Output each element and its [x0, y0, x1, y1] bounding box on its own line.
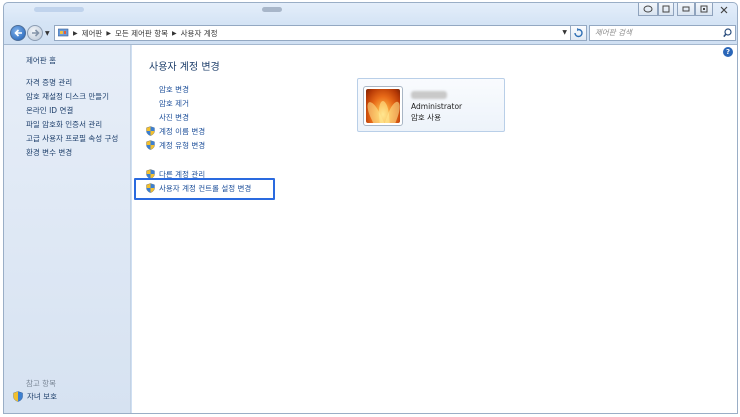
pin-button[interactable] — [658, 3, 674, 16]
change-account-type-link[interactable]: 계정 유형 변경 — [146, 138, 205, 152]
page-title: 사용자 계정 변경 — [149, 62, 220, 73]
refresh-icon — [574, 28, 583, 38]
avatar[interactable] — [363, 86, 403, 126]
breadcrumb-separator[interactable]: ▶ — [106, 30, 111, 37]
task-label: 암호 제거 — [159, 98, 189, 108]
pin-icon — [662, 5, 670, 13]
remote-button[interactable] — [638, 3, 658, 16]
task-label: 계정 유형 변경 — [159, 140, 206, 150]
back-button[interactable] — [10, 25, 26, 41]
uac-shield-icon — [146, 140, 155, 150]
main-panel: ? 사용자 계정 변경 암호 변경 암호 제거 사진 변경 계정 이름 변경 계… — [132, 45, 737, 413]
sidebar-item-file-encryption-certificates[interactable]: 파일 암호화 인증서 관리 — [26, 118, 118, 132]
shield-icon — [13, 391, 23, 402]
minimize-icon — [682, 6, 690, 12]
sidebar-item-advanced-profile-properties[interactable]: 고급 사용자 프로필 속성 구성 — [26, 132, 118, 146]
forward-arrow-icon — [31, 29, 40, 37]
parental-controls-label: 자녀 보호 — [27, 392, 57, 401]
user-account-card: Administrator 암호 사용 — [357, 78, 505, 132]
help-icon[interactable]: ? — [723, 47, 733, 57]
change-account-name-link[interactable]: 계정 이름 변경 — [146, 124, 205, 138]
change-password-link[interactable]: 암호 변경 — [146, 82, 205, 96]
address-dropdown-icon[interactable]: ▼ — [562, 29, 567, 36]
control-panel-icon — [58, 28, 69, 37]
sidebar-item-password-reset-disk[interactable]: 암호 재설정 디스크 만들기 — [26, 90, 118, 104]
close-icon — [720, 6, 728, 13]
forward-button[interactable] — [27, 25, 43, 41]
breadcrumb-separator[interactable]: ▶ — [172, 30, 177, 37]
blurred-username — [411, 91, 447, 99]
control-panel-window: ▼ ▶ 제어판 ▶ 모든 제어판 항목 ▶ 사용자 계정 ▼ 제어판 검색 제어… — [3, 2, 738, 414]
maximize-button[interactable] — [695, 3, 713, 16]
recent-pages-dropdown[interactable]: ▼ — [45, 30, 50, 37]
remove-password-link[interactable]: 암호 제거 — [146, 96, 205, 110]
password-status-label: 암호 사용 — [411, 113, 441, 122]
title-blur — [262, 7, 282, 12]
control-panel-home-link[interactable]: 제어판 홈 — [26, 55, 56, 66]
sidebar-item-environment-variables[interactable]: 환경 변수 변경 — [26, 146, 118, 160]
breadcrumb-user-accounts[interactable]: 사용자 계정 — [181, 28, 218, 39]
address-bar[interactable]: ▶ 제어판 ▶ 모든 제어판 항목 ▶ 사용자 계정 ▼ — [54, 25, 572, 41]
content-area: 제어판 홈 자격 증명 관리 암호 재설정 디스크 만들기 온라인 ID 연결 … — [4, 44, 737, 413]
sidebar-links: 자격 증명 관리 암호 재설정 디스크 만들기 온라인 ID 연결 파일 암호화… — [26, 76, 118, 160]
maximize-icon — [700, 5, 708, 13]
search-input[interactable]: 제어판 검색 — [589, 25, 736, 41]
highlight-box — [134, 178, 275, 200]
breadcrumb-control-panel[interactable]: 제어판 — [82, 28, 103, 39]
minimize-button[interactable] — [677, 3, 695, 16]
search-icon[interactable] — [723, 28, 732, 38]
breadcrumb-separator[interactable]: ▶ — [73, 30, 78, 37]
refresh-button[interactable] — [570, 25, 587, 41]
task-label: 계정 이름 변경 — [159, 126, 206, 136]
uac-shield-icon — [146, 126, 155, 136]
close-button[interactable] — [713, 3, 735, 16]
see-also-heading: 참고 항목 — [26, 379, 56, 388]
sidebar-item-link-online-id[interactable]: 온라인 ID 연결 — [26, 104, 118, 118]
flower-picture — [366, 89, 400, 123]
parental-controls-link[interactable]: 자녀 보호 — [13, 391, 57, 402]
navigation-bar: ▼ ▶ 제어판 ▶ 모든 제어판 항목 ▶ 사용자 계정 ▼ 제어판 검색 — [4, 22, 737, 44]
task-list: 암호 변경 암호 제거 사진 변경 계정 이름 변경 계정 유형 변경 — [146, 82, 205, 152]
title-bar — [4, 3, 737, 21]
title-blur — [34, 7, 84, 12]
sidebar: 제어판 홈 자격 증명 관리 암호 재설정 디스크 만들기 온라인 ID 연결 … — [4, 45, 131, 413]
account-type-label: Administrator — [411, 102, 463, 111]
back-arrow-icon — [13, 29, 22, 37]
task-label: 사진 변경 — [159, 112, 189, 122]
search-placeholder: 제어판 검색 — [595, 28, 632, 37]
remote-icon — [643, 5, 653, 13]
breadcrumb-all-items[interactable]: 모든 제어판 항목 — [115, 28, 168, 39]
task-label: 암호 변경 — [159, 84, 189, 94]
change-picture-link[interactable]: 사진 변경 — [146, 110, 205, 124]
sidebar-item-credential-manager[interactable]: 자격 증명 관리 — [26, 76, 118, 90]
